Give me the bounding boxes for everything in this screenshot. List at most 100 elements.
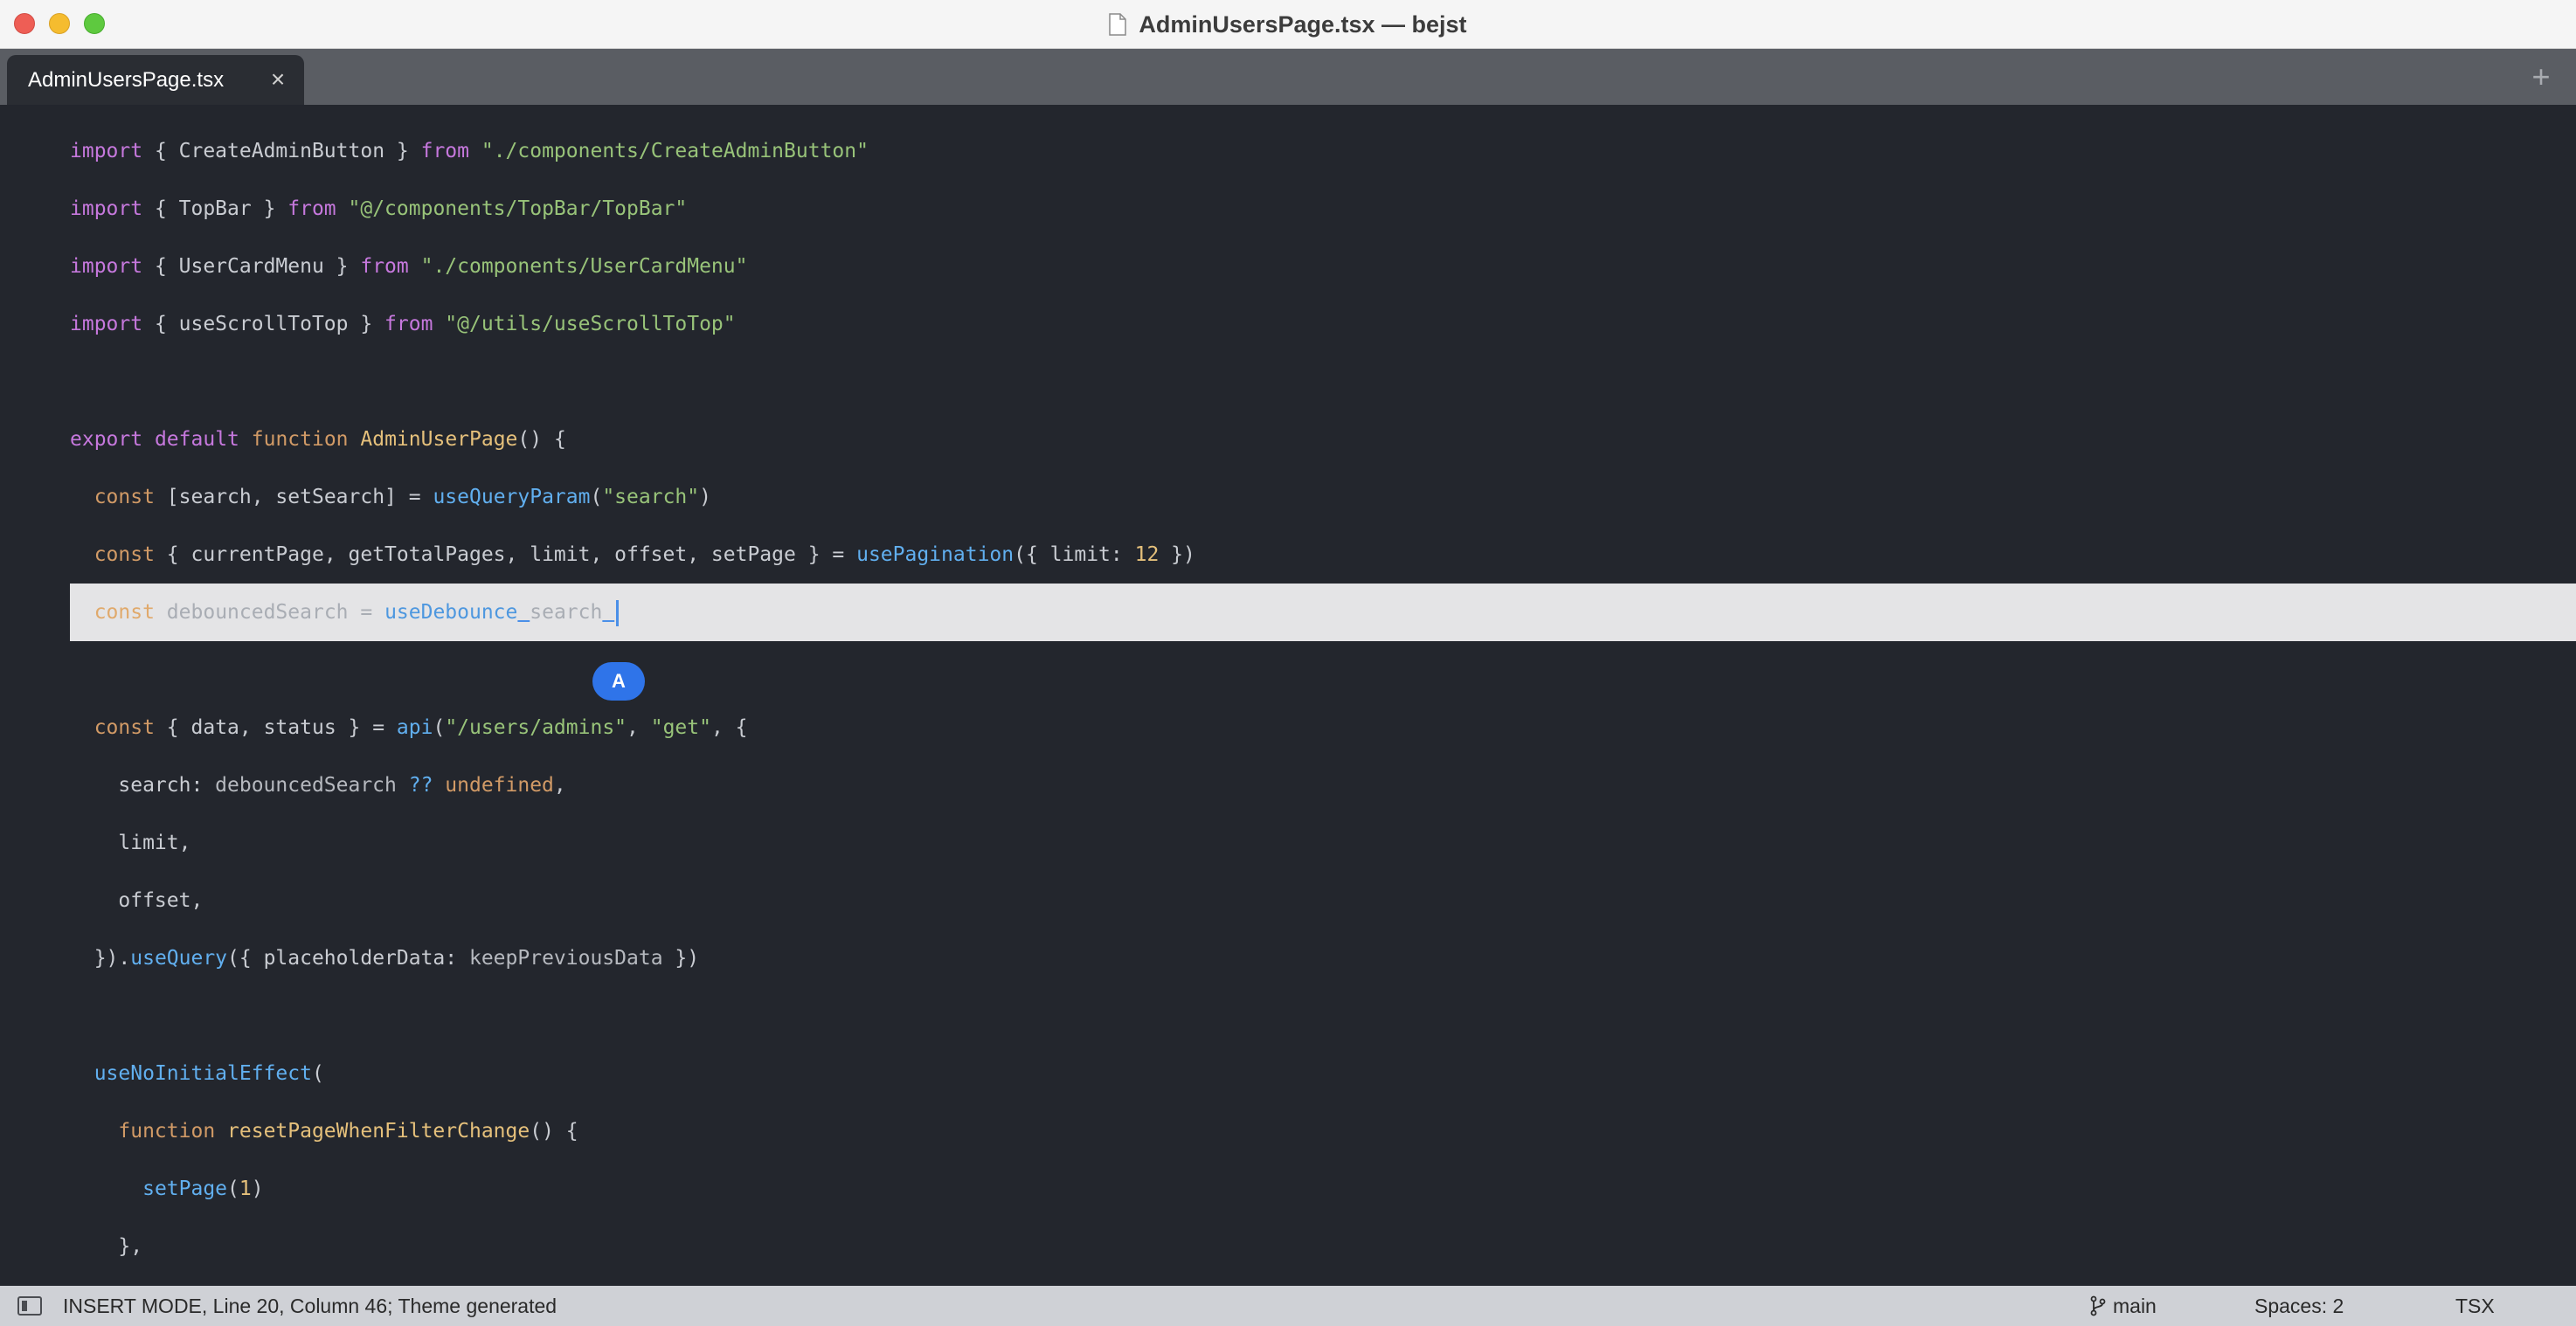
code-line[interactable]: useNoInitialEffect( xyxy=(70,1045,2576,1102)
code-token: 12 xyxy=(1134,543,1160,566)
git-branch-icon xyxy=(2090,1295,2106,1316)
code-token: ) xyxy=(251,1178,264,1200)
editor-window: AdminUsersPage.tsx — bejst AdminUsersPag… xyxy=(0,0,2576,1326)
code-line[interactable]: import { CreateAdminButton } from "./com… xyxy=(70,122,2576,180)
code-token: ) xyxy=(699,486,711,508)
code-token: "./components/UserCardMenu" xyxy=(420,255,748,278)
document-icon xyxy=(1109,13,1127,36)
code-token: , xyxy=(553,774,566,797)
code-token: AdminUserPage xyxy=(360,428,518,451)
code-line[interactable]: search: debouncedSearch ?? undefined, xyxy=(70,756,2576,814)
tab-label: AdminUsersPage.tsx xyxy=(28,67,225,92)
current-code-line[interactable]: const debouncedSearch = useDebounce sear… xyxy=(70,584,2576,641)
code-token: import xyxy=(70,140,143,162)
code-token: }, xyxy=(70,1235,143,1258)
code-token: ?? xyxy=(396,774,446,797)
new-tab-icon[interactable]: + xyxy=(2524,59,2559,94)
code-token: search: xyxy=(70,774,216,797)
code-token: function xyxy=(118,1120,216,1143)
code-token: "search" xyxy=(602,486,700,508)
code-line[interactable]: }, xyxy=(70,1218,2576,1275)
code-token: debouncedSearch = xyxy=(154,601,385,624)
indentation-setting[interactable]: Spaces: 2 xyxy=(2254,1286,2344,1326)
code-token: () { xyxy=(517,428,566,451)
code-token: const xyxy=(93,601,155,624)
code-token: { CreateAdminButton } xyxy=(142,140,421,162)
code-line[interactable]: const { currentPage, getTotalPages, limi… xyxy=(70,526,2576,584)
code-token: useQueryParam xyxy=(433,486,591,508)
code-token: default xyxy=(154,428,239,451)
code-token: setPage xyxy=(142,1178,228,1200)
code-token: useQuery xyxy=(130,947,228,970)
code-token: const xyxy=(93,486,155,508)
code-token: "@/components/TopBar/TopBar" xyxy=(348,197,688,220)
code-token: useNoInitialEffect xyxy=(93,1062,312,1085)
code-token: ( xyxy=(433,716,446,739)
code-line[interactable]: import { TopBar } from "@/components/Top… xyxy=(70,180,2576,238)
code-token: }). xyxy=(70,947,131,970)
text-caret xyxy=(616,599,620,626)
code-line[interactable]: const [search, setSearch] = useQueryPara… xyxy=(70,468,2576,526)
code-token: ( xyxy=(590,486,603,508)
code-token: debouncedSearch xyxy=(215,774,397,797)
code-token: ({ placeholderData: xyxy=(227,947,469,970)
code-token: ( xyxy=(227,1178,239,1200)
code-token: , xyxy=(627,716,651,739)
code-token: { currentPage, getTotalPages, limit, off… xyxy=(154,543,857,566)
status-mode-text: INSERT MODE, Line 20, Column 46; Theme g… xyxy=(63,1295,557,1317)
code-line[interactable] xyxy=(70,987,2576,1045)
status-bar: INSERT MODE, Line 20, Column 46; Theme g… xyxy=(0,1286,2576,1326)
tab-bar: AdminUsersPage.tsx × + xyxy=(0,49,2576,105)
code-line[interactable]: const { data, status } = api("/users/adm… xyxy=(70,699,2576,756)
code-editor[interactable]: import { CreateAdminButton } from "./com… xyxy=(0,105,2576,1286)
code-token: function xyxy=(251,428,349,451)
code-token: { TopBar } xyxy=(142,197,288,220)
code-token: import xyxy=(70,197,143,220)
code-line[interactable] xyxy=(70,353,2576,411)
code-token: from xyxy=(287,197,336,220)
code-line[interactable]: import { UserCardMenu } from "./componen… xyxy=(70,238,2576,295)
code-line[interactable]: offset, xyxy=(70,872,2576,929)
git-branch-indicator[interactable]: main xyxy=(2090,1286,2157,1326)
input-source-badge: A xyxy=(592,662,645,701)
code-line[interactable]: limit, xyxy=(70,814,2576,872)
code-token: search xyxy=(530,601,603,624)
code-token: offset, xyxy=(70,889,204,912)
code-token: from xyxy=(384,313,433,335)
code-token: ({ limit: xyxy=(1014,543,1135,566)
code-token: { data, status } = xyxy=(154,716,397,739)
code-token: () { xyxy=(530,1120,578,1143)
code-token: keepPreviousData xyxy=(468,947,663,970)
code-token: { useScrollToTop } xyxy=(142,313,385,335)
code-token: ( xyxy=(311,1062,324,1085)
close-tab-icon[interactable]: × xyxy=(266,67,290,92)
code-line[interactable]: export default function AdminUserPage() … xyxy=(70,411,2576,468)
code-line[interactable]: setPage(1) xyxy=(70,1160,2576,1218)
tab-adminuserspage[interactable]: AdminUsersPage.tsx × xyxy=(7,55,304,105)
code-line[interactable]: }).useQuery({ placeholderData: keepPrevi… xyxy=(70,929,2576,987)
code-token: resetPageWhenFilterChange xyxy=(227,1120,530,1143)
code-line[interactable]: function resetPageWhenFilterChange() { xyxy=(70,1102,2576,1160)
sidebar-toggle-icon[interactable] xyxy=(17,1296,42,1316)
code-token: "get" xyxy=(650,716,711,739)
code-line[interactable]: import { useScrollToTop } from "@/utils/… xyxy=(70,295,2576,353)
syntax-selector[interactable]: TSX xyxy=(2455,1286,2495,1326)
code-token: useDebounce xyxy=(384,601,518,624)
code-token: { UserCardMenu } xyxy=(142,255,361,278)
code-token: }) xyxy=(1159,543,1195,566)
code-token: "./components/CreateAdminButton" xyxy=(481,140,869,162)
title-bar: AdminUsersPage.tsx — bejst xyxy=(0,0,2576,49)
code-token: const xyxy=(93,716,155,739)
code-token: import xyxy=(70,255,143,278)
